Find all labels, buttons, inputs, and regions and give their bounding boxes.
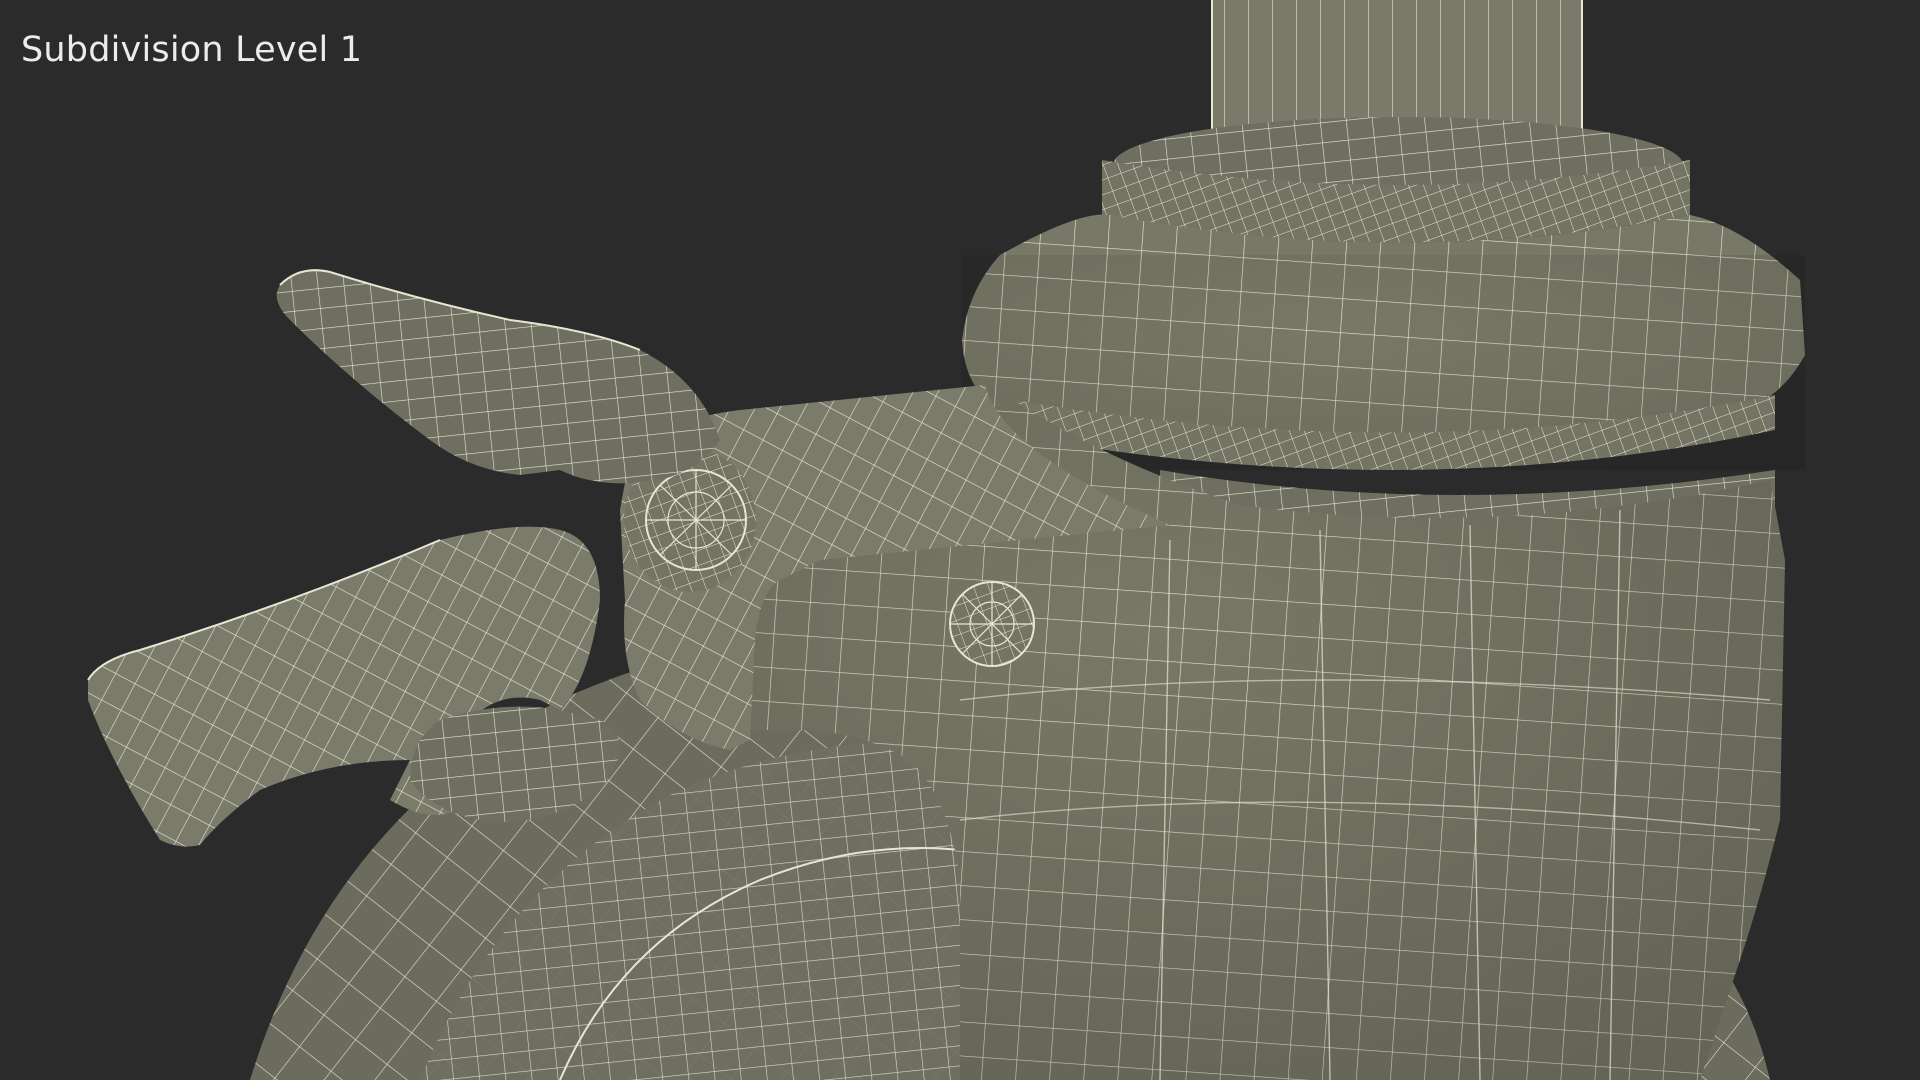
brake-pedal-lower xyxy=(87,526,620,847)
brake-pedal-upper xyxy=(276,269,720,484)
subdivision-level-label: Subdivision Level 1 xyxy=(21,30,363,70)
caster-wireframe-render xyxy=(87,0,1805,1080)
render-viewport: Subdivision Level 1 xyxy=(0,0,1920,1080)
